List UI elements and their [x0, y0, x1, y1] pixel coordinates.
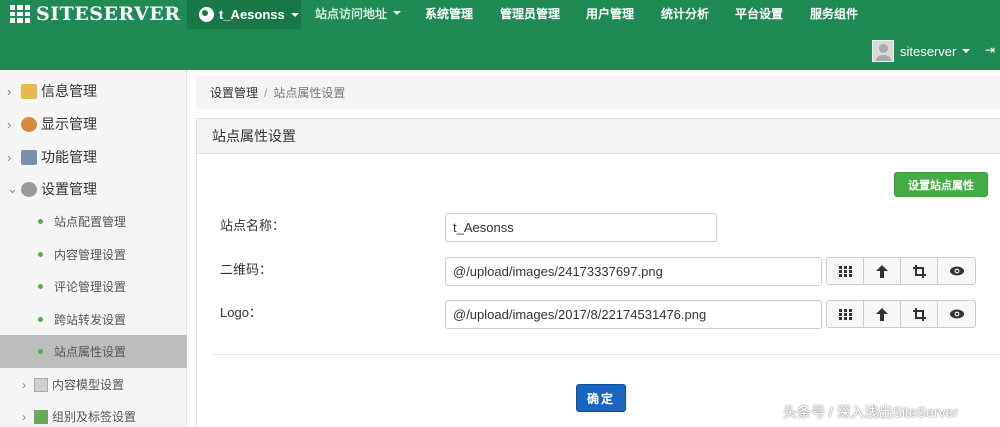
- settings-panel: 站点属性设置 设置站点属性 站点名称： t_Aesonss 二维码： @/upl…: [196, 118, 1000, 427]
- sidebar-item-label: 跨站转发设置: [54, 313, 127, 327]
- gear-icon: [21, 181, 37, 197]
- palette-icon: [21, 116, 37, 132]
- chevron-right-icon: ›: [7, 116, 12, 132]
- app-logo[interactable]: SITESERVER: [10, 0, 181, 28]
- breadcrumb: 设置管理 / 站点属性设置: [196, 76, 1000, 109]
- caret-down-icon: [393, 11, 402, 15]
- sidebar-item-label: 评论管理设置: [54, 280, 127, 294]
- grid-logo-icon: [10, 5, 30, 23]
- menu-platform[interactable]: 平台设置: [735, 0, 783, 26]
- logo-label: Logo：: [220, 305, 262, 320]
- panel-title: 站点属性设置: [197, 119, 1000, 154]
- sidebar-item-label: 组别及标签设置: [52, 410, 137, 424]
- eye-icon[interactable]: [938, 258, 975, 284]
- qrcode-input[interactable]: @/upload/images/24173337697.png: [445, 257, 822, 286]
- confirm-button[interactable]: 确定: [576, 384, 626, 412]
- sidebar-item-site-attributes[interactable]: 站点属性设置: [0, 335, 187, 368]
- chevron-right-icon: ›: [7, 149, 12, 165]
- sidebar-item-label: 站点配置管理: [54, 215, 127, 229]
- sidebar-item-cross-site[interactable]: 跨站转发设置: [0, 303, 187, 336]
- sidebar-item-label: 内容模型设置: [52, 378, 125, 392]
- menu-admin[interactable]: 管理员管理: [500, 0, 560, 26]
- bullet-icon: [38, 252, 43, 257]
- qrcode-actions: [826, 257, 976, 285]
- sidebar-item-label: 内容管理设置: [54, 248, 127, 262]
- chevron-right-icon: ›: [22, 377, 26, 392]
- sidebar-item-site-config[interactable]: 站点配置管理: [0, 205, 187, 238]
- set-site-attributes-button[interactable]: 设置站点属性: [894, 172, 988, 197]
- sidebar-item-comment-settings[interactable]: 评论管理设置: [0, 270, 187, 303]
- database-icon: [34, 377, 48, 392]
- menu-analytics[interactable]: 统计分析: [661, 0, 709, 26]
- sidebar-item-label: 站点属性设置: [54, 345, 127, 359]
- folder-icon: [21, 83, 37, 99]
- crop-icon[interactable]: [901, 258, 938, 284]
- chevron-right-icon: ›: [22, 409, 26, 424]
- bullet-icon: [38, 349, 43, 354]
- sidebar-item-label: 显示管理: [41, 116, 97, 132]
- watermark: 头条号 / 深入浅出SiteServer: [783, 404, 959, 420]
- site-name-input[interactable]: t_Aesonss: [445, 213, 717, 242]
- divider: [212, 354, 1000, 355]
- sidebar-item-display[interactable]: › 显示管理: [0, 113, 187, 135]
- breadcrumb-parent[interactable]: 设置管理: [210, 84, 258, 101]
- bullet-icon: [38, 284, 43, 289]
- site-name: t_Aesonss: [219, 7, 285, 22]
- upload-arrow-icon[interactable]: [864, 301, 901, 327]
- menu-services[interactable]: 服务组件: [810, 0, 858, 26]
- eye-icon[interactable]: [938, 301, 975, 327]
- menu-system[interactable]: 系统管理: [425, 0, 473, 26]
- caret-down-icon: [290, 12, 299, 17]
- top-navbar: SITESERVER ← t_Aesonss 站点访问地址 系统管理 管理员管理…: [0, 0, 1000, 70]
- upload-arrow-icon[interactable]: [864, 258, 901, 284]
- sidebar-item-content-models[interactable]: › 内容模型设置: [0, 368, 187, 401]
- avatar: [872, 40, 894, 62]
- sitemap-icon: [34, 409, 48, 424]
- sidebar: › 信息管理 › 显示管理 › 功能管理 ⌄ 设置管理 站点配置管理 内容管理设…: [0, 70, 187, 427]
- sidebar-item-functions[interactable]: › 功能管理: [0, 146, 187, 168]
- sidebar-item-label: 信息管理: [41, 83, 97, 99]
- logo-input[interactable]: @/upload/images/2017/8/22174531476.png: [445, 300, 822, 329]
- menu-users[interactable]: 用户管理: [586, 0, 634, 26]
- sidebar-item-groups-tags[interactable]: › 组别及标签设置: [0, 400, 187, 427]
- bullet-icon: [38, 219, 43, 224]
- chevron-down-icon: ⌄: [7, 181, 18, 196]
- site-name-label: 站点名称：: [220, 218, 286, 233]
- sidebar-item-info[interactable]: › 信息管理: [0, 80, 187, 102]
- globe-icon: [199, 7, 214, 22]
- menu-site-url[interactable]: 站点访问地址: [315, 0, 402, 26]
- back-arrow-icon[interactable]: ←: [164, 4, 180, 22]
- caret-down-icon: [962, 49, 971, 53]
- logout-icon[interactable]: ⇥: [985, 43, 995, 57]
- wrench-icon: [21, 149, 37, 165]
- breadcrumb-separator: /: [264, 85, 268, 100]
- logo-actions: [826, 300, 976, 328]
- crop-icon[interactable]: [901, 301, 938, 327]
- sidebar-item-label: 功能管理: [41, 149, 97, 165]
- logo-text: SITESERVER: [36, 3, 181, 25]
- site-switcher[interactable]: t_Aesonss: [187, 0, 301, 29]
- qrcode-label: 二维码：: [220, 262, 273, 277]
- breadcrumb-current: 站点属性设置: [273, 86, 346, 100]
- grid-icon[interactable]: [827, 258, 864, 284]
- sidebar-item-content-settings[interactable]: 内容管理设置: [0, 238, 187, 271]
- menu-label: 站点访问地址: [315, 6, 388, 21]
- user-menu[interactable]: siteserver: [872, 39, 971, 63]
- user-name: siteserver: [900, 43, 957, 59]
- sidebar-item-settings[interactable]: ⌄ 设置管理: [0, 178, 187, 200]
- bullet-icon: [38, 317, 43, 322]
- chevron-right-icon: ›: [7, 83, 12, 99]
- grid-icon[interactable]: [827, 301, 864, 327]
- sidebar-item-label: 设置管理: [41, 181, 97, 197]
